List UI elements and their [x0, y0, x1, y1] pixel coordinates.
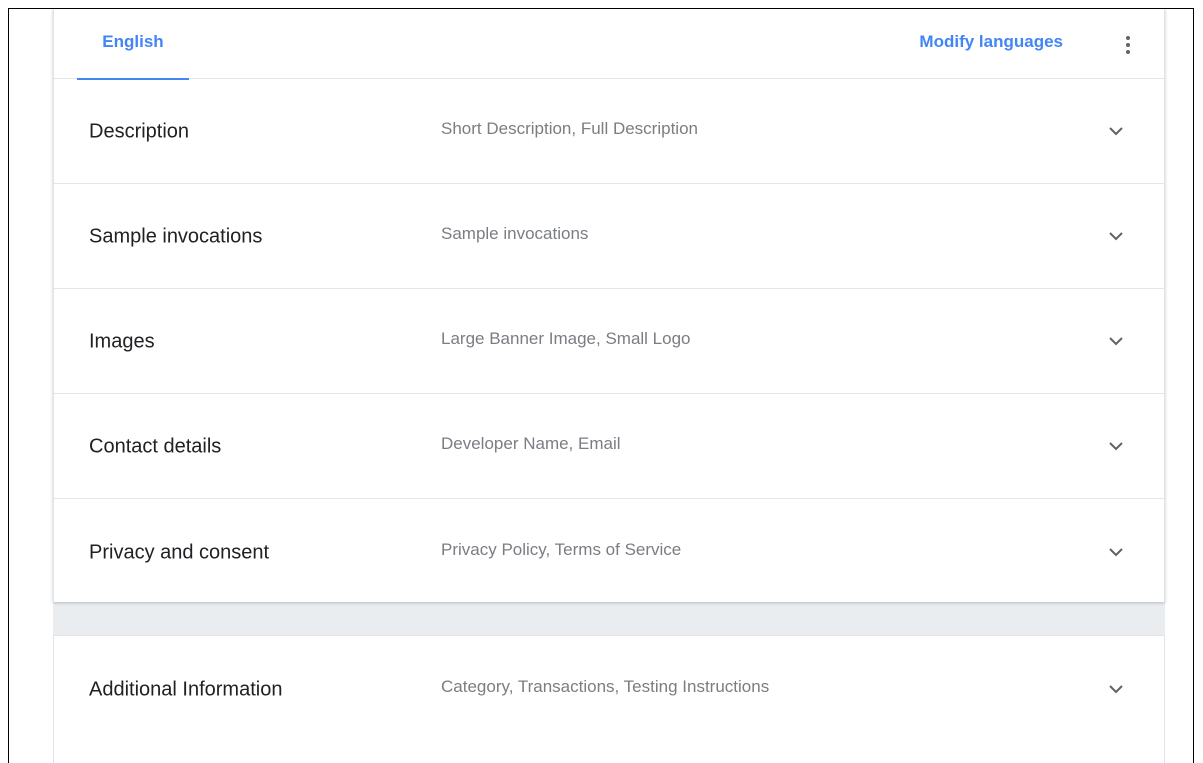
language-tab-bar: English Modify languages — [54, 9, 1164, 80]
chevron-down-icon[interactable] — [1108, 441, 1124, 451]
chevron-down-icon[interactable] — [1108, 684, 1124, 694]
chevron-down-icon[interactable] — [1108, 336, 1124, 346]
section-summary: Large Banner Image, Small Logo — [441, 329, 691, 348]
section-additional-information[interactable]: Additional Information Category, Transac… — [54, 636, 1164, 741]
section-gap — [53, 602, 1165, 635]
modify-languages-button[interactable]: Modify languages — [919, 9, 1063, 79]
section-images[interactable]: Images Large Banner Image, Small Logo — [54, 289, 1164, 394]
section-title: Description — [89, 120, 190, 143]
section-description[interactable]: Description Short Description, Full Desc… — [54, 79, 1164, 184]
tab-english[interactable]: English — [77, 9, 189, 80]
section-title: Privacy and consent — [89, 541, 270, 563]
section-title: Additional Information — [89, 678, 283, 700]
section-summary: Sample invocations — [441, 224, 589, 243]
more-vert-icon[interactable] — [1118, 33, 1138, 57]
chevron-down-icon[interactable] — [1108, 126, 1124, 136]
page-frame: English Modify languages Description Sho… — [8, 8, 1194, 763]
chevron-down-icon[interactable] — [1108, 547, 1124, 557]
section-title: Images — [89, 330, 155, 353]
kebab-dot — [1126, 50, 1130, 54]
section-summary: Category, Transactions, Testing Instruct… — [441, 676, 770, 696]
section-summary: Privacy Policy, Terms of Service — [441, 539, 682, 559]
section-sample-invocations[interactable]: Sample invocations Sample invocations — [54, 184, 1164, 289]
kebab-dot — [1126, 36, 1130, 40]
chevron-down-icon[interactable] — [1108, 231, 1124, 241]
kebab-dot — [1126, 43, 1130, 47]
section-title: Contact details — [89, 435, 222, 458]
section-title: Sample invocations — [89, 225, 263, 248]
section-privacy-and-consent[interactable]: Privacy and consent Privacy Policy, Term… — [54, 499, 1164, 604]
localized-info-card: English Modify languages Description Sho… — [53, 9, 1165, 602]
section-summary: Developer Name, Email — [441, 434, 621, 453]
section-contact-details[interactable]: Contact details Developer Name, Email — [54, 394, 1164, 499]
section-summary: Short Description, Full Description — [441, 119, 698, 138]
additional-info-card: Additional Information Category, Transac… — [53, 635, 1165, 763]
